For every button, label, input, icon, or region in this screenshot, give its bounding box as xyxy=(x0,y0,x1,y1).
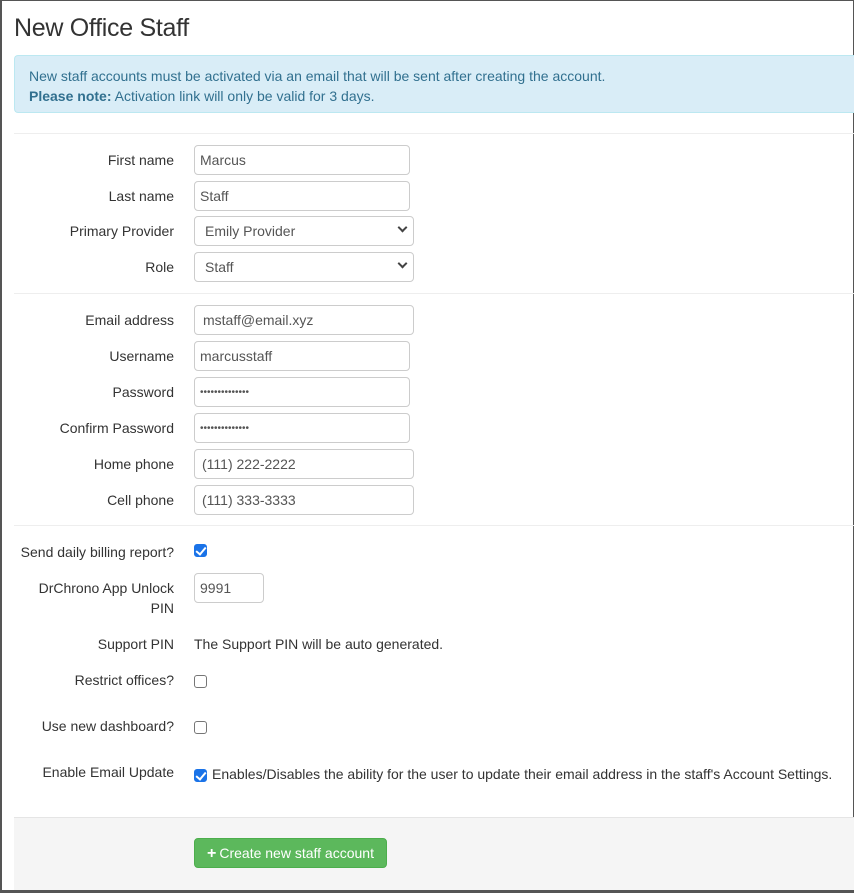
divider xyxy=(14,293,854,294)
plus-icon: + xyxy=(207,845,217,862)
new-dashboard-label: Use new dashboard? xyxy=(41,718,174,734)
restrict-offices-label: Restrict offices? xyxy=(74,672,174,688)
page-title: New Office Staff xyxy=(14,14,189,42)
role-label: Role xyxy=(145,259,174,275)
restrict-offices-checkbox[interactable] xyxy=(194,675,207,688)
role-selected: Staff xyxy=(205,259,234,275)
primary-provider-selected: Emily Provider xyxy=(205,223,296,239)
home-phone-input[interactable] xyxy=(194,449,414,479)
last-name-input[interactable] xyxy=(194,181,410,211)
alert-note: Please note: Activation link will only b… xyxy=(29,86,840,106)
email-input[interactable] xyxy=(194,305,414,335)
confirm-password-input[interactable] xyxy=(194,413,410,443)
support-pin-text: The Support PIN will be auto generated. xyxy=(194,636,444,652)
password-input[interactable] xyxy=(194,377,410,407)
email-label: Email address xyxy=(85,312,174,328)
create-staff-account-label: Create new staff account xyxy=(219,845,374,861)
username-label: Username xyxy=(109,348,174,364)
alert-message: New staff accounts must be activated via… xyxy=(29,68,606,84)
cell-phone-input[interactable] xyxy=(194,485,414,515)
email-update-checkbox[interactable] xyxy=(194,769,207,782)
password-label: Password xyxy=(112,384,174,400)
form-actions: + Create new staff account xyxy=(14,817,854,890)
email-update-help: Enables/Disables the ability for the use… xyxy=(212,766,833,782)
daily-billing-label: Send daily billing report? xyxy=(20,544,174,560)
username-input[interactable] xyxy=(194,341,410,371)
divider xyxy=(14,133,854,134)
first-name-input[interactable] xyxy=(194,145,410,175)
first-name-label: First name xyxy=(107,152,174,168)
alert-note-text: Activation link will only be valid for 3… xyxy=(111,88,375,104)
home-phone-label: Home phone xyxy=(93,456,174,472)
alert-note-label: Please note: xyxy=(29,88,112,104)
info-alert: New staff accounts must be activated via… xyxy=(14,55,854,113)
unlock-pin-label: DrChrono App Unlock PIN xyxy=(38,580,174,616)
support-pin-label: Support PIN xyxy=(97,636,174,652)
daily-billing-checkbox[interactable] xyxy=(194,544,207,557)
email-update-label: Enable Email Update xyxy=(42,764,174,780)
chevron-down-icon xyxy=(397,258,408,269)
divider xyxy=(14,525,854,526)
primary-provider-label: Primary Provider xyxy=(69,223,174,239)
last-name-label: Last name xyxy=(108,188,174,204)
primary-provider-select[interactable]: Emily Provider xyxy=(194,216,414,246)
create-staff-account-button[interactable]: + Create new staff account xyxy=(194,838,387,868)
role-select[interactable]: Staff xyxy=(194,252,414,282)
unlock-pin-input[interactable] xyxy=(194,573,264,603)
confirm-password-label: Confirm Password xyxy=(59,420,174,436)
cell-phone-label: Cell phone xyxy=(107,492,174,508)
chevron-down-icon xyxy=(397,222,408,233)
new-dashboard-checkbox[interactable] xyxy=(194,721,207,734)
